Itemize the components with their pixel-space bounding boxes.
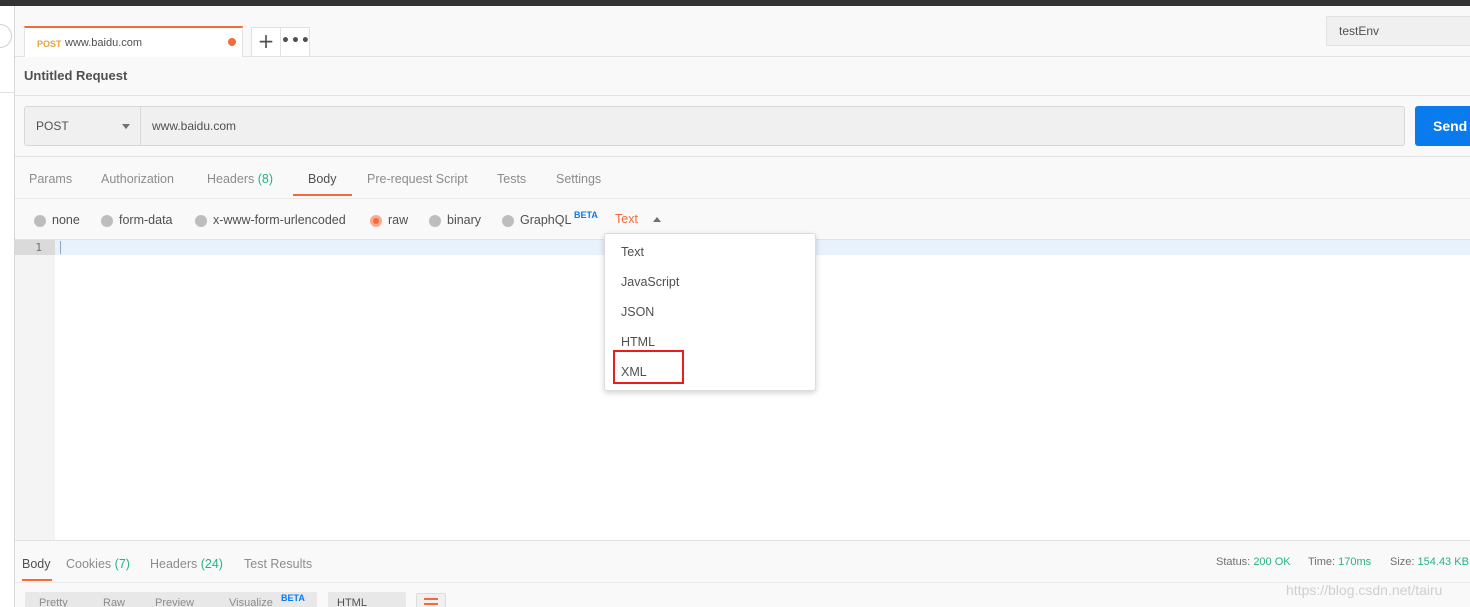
option-text[interactable]: Text bbox=[621, 245, 644, 259]
request-panel: POST www.baidu.com + ••• testEnv Untitle… bbox=[15, 6, 1470, 607]
environment-value: testEnv bbox=[1339, 24, 1380, 38]
new-tab-plus-icon[interactable]: + bbox=[251, 27, 281, 57]
left-sidebar-edge bbox=[0, 6, 15, 607]
active-response-tab-indicator bbox=[22, 579, 52, 581]
tab-headers[interactable]: Headers (8) bbox=[207, 172, 273, 186]
option-html[interactable]: HTML bbox=[621, 335, 655, 349]
response-tab-cookies[interactable]: Cookies (7) bbox=[66, 557, 130, 571]
radio-selected-icon bbox=[370, 215, 382, 227]
response-view-tabs: Pretty Raw Preview Visualize BETA bbox=[25, 592, 317, 607]
option-json[interactable]: JSON bbox=[621, 305, 654, 319]
sidebar-collapse-icon[interactable] bbox=[0, 24, 12, 48]
chevron-up-icon[interactable] bbox=[653, 217, 661, 222]
url-input[interactable] bbox=[140, 106, 1405, 146]
radio-icon bbox=[502, 215, 514, 227]
radio-icon bbox=[101, 215, 113, 227]
text-cursor bbox=[60, 241, 61, 254]
unsaved-dot-icon bbox=[228, 38, 236, 46]
line-gutter bbox=[15, 240, 55, 541]
radio-icon bbox=[195, 215, 207, 227]
method-select[interactable]: POST bbox=[24, 106, 141, 146]
tab-method: POST bbox=[37, 39, 62, 49]
raw-type-dropdown: Text JavaScript JSON HTML XML bbox=[604, 233, 816, 391]
response-status: Status: 200 OK bbox=[1216, 556, 1291, 568]
chevron-down-icon bbox=[122, 124, 130, 129]
request-name[interactable]: Untitled Request bbox=[24, 68, 127, 83]
view-visualize[interactable]: Visualize bbox=[229, 597, 273, 607]
tab-params[interactable]: Params bbox=[29, 172, 72, 186]
view-preview[interactable]: Preview bbox=[155, 597, 194, 607]
response-format-value: HTML bbox=[337, 597, 367, 607]
active-tab-indicator bbox=[293, 194, 352, 196]
tab-settings[interactable]: Settings bbox=[556, 172, 601, 186]
radio-icon bbox=[34, 215, 46, 227]
tab-url: www.baidu.com bbox=[65, 37, 143, 49]
response-format-select[interactable]: HTML bbox=[328, 592, 406, 607]
headers-count: (8) bbox=[257, 172, 274, 186]
method-value: POST bbox=[36, 119, 69, 133]
wrap-lines-icon[interactable] bbox=[416, 593, 446, 607]
tab-tests[interactable]: Tests bbox=[497, 172, 526, 186]
graphql-beta-badge: BETA bbox=[574, 210, 598, 220]
response-size: Size: 154.43 KB bbox=[1390, 556, 1469, 568]
visualize-beta-badge: BETA bbox=[281, 593, 305, 603]
tab-body[interactable]: Body bbox=[308, 172, 337, 186]
radio-icon bbox=[429, 215, 441, 227]
environment-select[interactable]: testEnv bbox=[1326, 16, 1470, 46]
response-tab-test-results[interactable]: Test Results bbox=[244, 557, 312, 571]
option-javascript[interactable]: JavaScript bbox=[621, 275, 679, 289]
request-tab[interactable]: POST www.baidu.com bbox=[24, 26, 243, 57]
response-time: Time: 170ms bbox=[1308, 556, 1372, 568]
view-pretty[interactable]: Pretty bbox=[39, 597, 68, 607]
tab-pre-request-script[interactable]: Pre-request Script bbox=[367, 172, 468, 186]
response-tab-headers[interactable]: Headers (24) bbox=[150, 557, 223, 571]
watermark: https://blog.csdn.net/tairu bbox=[1286, 582, 1443, 598]
send-button[interactable]: Send bbox=[1415, 106, 1470, 146]
more-tabs-icon[interactable]: ••• bbox=[280, 27, 310, 57]
request-tabs-bar: POST www.baidu.com + ••• testEnv bbox=[15, 6, 1470, 57]
view-raw[interactable]: Raw bbox=[103, 597, 125, 607]
tab-authorization[interactable]: Authorization bbox=[101, 172, 174, 186]
response-tab-body[interactable]: Body bbox=[22, 557, 51, 571]
xml-highlight-box bbox=[613, 350, 684, 384]
raw-type-select[interactable]: Text bbox=[615, 212, 638, 226]
line-number: 1 bbox=[15, 240, 55, 255]
